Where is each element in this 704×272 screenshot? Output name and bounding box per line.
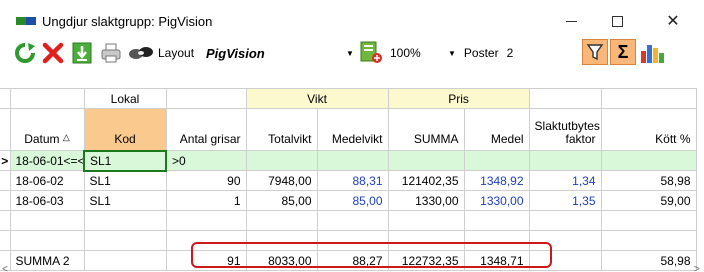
link-button[interactable] (128, 41, 156, 65)
col-header-medel[interactable]: Medel (463, 108, 530, 151)
minimize-button[interactable] (548, 6, 594, 36)
sum-toggle[interactable]: Σ (610, 39, 636, 65)
cell-kod: SL1 (83, 170, 167, 191)
filter-kod-input[interactable]: SL1 (83, 149, 167, 172)
group-header-lokal: Lokal (83, 88, 167, 109)
filter-totalvikt-input[interactable] (245, 150, 318, 171)
group-header-blank (528, 88, 602, 109)
zoom-select[interactable]: 100% (390, 41, 438, 65)
layout-value: PigVision (206, 45, 265, 61)
maximize-icon (611, 15, 623, 27)
cell-totalvikt: 85,00 (245, 190, 318, 211)
cell-summa: 121402,35 (387, 170, 465, 191)
filter-antal-input[interactable]: >0 (165, 150, 247, 171)
filter-kott-input[interactable] (600, 150, 697, 171)
group-header-vikt: Vikt (245, 88, 389, 109)
maximize-button[interactable] (594, 6, 640, 36)
filter-datum-input[interactable]: 18-06-01<=< (9, 150, 85, 171)
horizontal-scrollbar[interactable]: < > (0, 264, 704, 272)
col-header-kott[interactable]: Kött % (600, 108, 697, 151)
cell-summa: 1330,00 (387, 190, 465, 211)
cell-datum: 18-06-03 (9, 190, 85, 211)
table-row[interactable]: 18-06-02 SL1 90 7948,00 88,31 121402,35 … (0, 170, 697, 191)
col-header-totalvikt[interactable]: Totalvikt (245, 108, 318, 151)
download-icon (72, 42, 92, 64)
chart-icon (641, 45, 664, 63)
row-header-cell (0, 108, 11, 151)
cell-faktor: 1,34 (528, 170, 602, 191)
toolbar: Layout PigVision ▼ 100% ▼ Poster 2 Σ (0, 38, 704, 68)
delete-icon (42, 42, 64, 64)
scroll-right-icon[interactable]: > (694, 264, 700, 272)
table-row[interactable]: 18-06-03 SL1 1 85,00 85,00 1330,00 1330,… (0, 190, 697, 211)
cell-datum: 18-06-02 (9, 170, 85, 191)
group-header-blank (600, 88, 697, 109)
empty-row[interactable] (0, 210, 697, 231)
col-header-kod[interactable]: Kod (83, 108, 167, 151)
filter-summa-input[interactable] (387, 150, 465, 171)
group-header-blank (9, 88, 85, 109)
filter-row-indicator: > (0, 150, 11, 171)
filter-faktor-input[interactable] (528, 150, 602, 171)
export-button[interactable] (360, 41, 386, 65)
window-title: Ungdjur slaktgrupp: PigVision (42, 13, 213, 29)
title-bar: Ungdjur slaktgrupp: PigVision ✕ (0, 6, 704, 36)
cell-kod: SL1 (83, 190, 167, 211)
filter-icon (586, 44, 604, 61)
link-icon (129, 47, 153, 59)
chart-button[interactable] (638, 41, 668, 65)
minimize-icon (565, 20, 577, 22)
refresh-button[interactable] (14, 41, 38, 65)
poster-select[interactable]: ▼ Poster 2 (448, 41, 513, 65)
close-icon: ✕ (666, 13, 680, 30)
chevron-down-icon: ▼ (346, 48, 354, 58)
cell-antal: 90 (165, 170, 247, 191)
cell-medel: 1348,92 (463, 170, 530, 191)
print-button[interactable] (100, 41, 124, 65)
column-header-row: Datum △ Kod Antal grisar Totalvikt Medel… (0, 108, 697, 151)
sum-icon: Σ (617, 41, 629, 62)
layout-label: Layout (158, 46, 195, 60)
delete-button[interactable] (42, 41, 66, 65)
scroll-left-icon[interactable]: < (2, 264, 8, 272)
sort-ascending-icon: △ (62, 132, 70, 142)
cell-medelvikt: 85,00 (316, 190, 389, 211)
cell-faktor: 1,35 (528, 190, 602, 211)
col-header-antal[interactable]: Antal grisar (165, 108, 247, 151)
highlight-box (191, 242, 552, 268)
col-header-summa[interactable]: SUMMA (387, 108, 465, 151)
group-header-pris: Pris (387, 88, 530, 109)
col-header-medelvikt[interactable]: Medelvikt (316, 108, 389, 151)
close-button[interactable]: ✕ (650, 6, 696, 36)
download-button[interactable] (72, 41, 96, 65)
app-logo-icon (16, 17, 36, 25)
group-header-blank (165, 88, 247, 109)
cell-medelvikt: 88,31 (316, 170, 389, 191)
filter-medel-input[interactable] (463, 150, 530, 171)
poster-label: Poster (463, 46, 499, 60)
cell-kott: 59,00 (600, 190, 697, 211)
chevron-down-icon: ▼ (448, 48, 456, 58)
refresh-icon (15, 43, 35, 63)
app-window: Ungdjur slaktgrupp: PigVision ✕ Layout P… (0, 6, 704, 272)
print-icon (101, 43, 121, 63)
cell-medel: 1330,00 (463, 190, 530, 211)
poster-value: 2 (506, 46, 514, 60)
corner-cell (0, 88, 11, 109)
filter-toggle[interactable] (582, 39, 608, 65)
filter-row: > 18-06-01<=< SL1 >0 (0, 149, 697, 172)
cell-kott: 58,98 (600, 170, 697, 191)
cell-totalvikt: 7948,00 (245, 170, 318, 191)
col-header-datum[interactable]: Datum △ (9, 108, 85, 151)
cell-antal: 1 (165, 190, 247, 211)
group-header-row: Lokal Vikt Pris (0, 88, 697, 109)
filter-medelvikt-input[interactable] (316, 150, 389, 171)
export-icon (360, 41, 382, 63)
layout-dropdown[interactable]: PigVision ▼ (206, 41, 360, 65)
zoom-value: 100% (390, 46, 421, 60)
col-header-faktor[interactable]: Slaktutbytes faktor (528, 108, 602, 151)
